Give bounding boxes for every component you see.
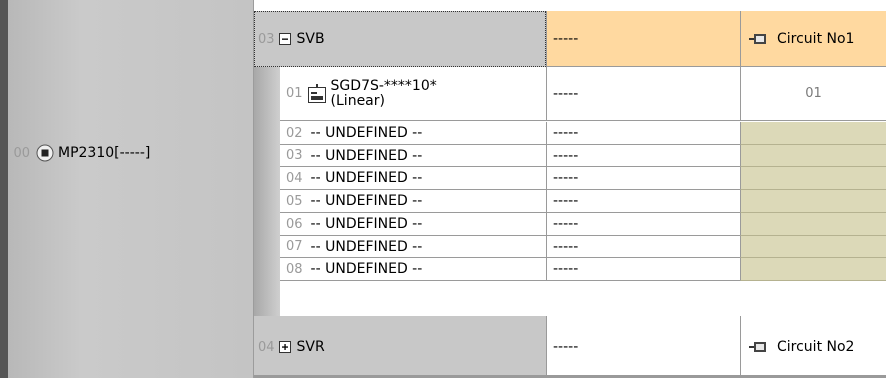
axis-name: -- UNDEFINED -- <box>310 147 423 164</box>
axis-row-undefined[interactable]: 08 -- UNDEFINED -- <box>280 258 546 281</box>
svr-detail-text: ----- <box>553 339 579 355</box>
axis-empty-value-cell[interactable] <box>740 145 886 167</box>
axis-number: 08 <box>286 261 303 277</box>
axis-row-undefined[interactable]: 06 -- UNDEFINED -- <box>280 213 546 236</box>
axis-empty-value-cell[interactable] <box>740 236 886 258</box>
axis-number: 04 <box>286 170 303 186</box>
svr-slot-number: 04 <box>258 339 275 355</box>
collapse-minus-icon[interactable] <box>278 33 291 45</box>
axis-detail-cell: ----- <box>546 213 740 236</box>
module-row-svr[interactable]: 04 SVR <box>254 316 546 378</box>
axis-number: 06 <box>286 216 303 232</box>
axis-number: 07 <box>286 239 303 254</box>
axis-detail-text: ----- <box>553 125 579 141</box>
axis-detail-text: ----- <box>553 147 579 164</box>
axis-name: -- UNDEFINED -- <box>310 193 423 209</box>
cpu-row[interactable]: 00 MP2310[-----] <box>8 138 254 168</box>
axis-detail-cell: ----- <box>546 258 740 281</box>
axis-name: -- UNDEFINED -- <box>310 125 423 141</box>
axis-value: 01 <box>805 86 822 101</box>
axis-name: -- UNDEFINED -- <box>310 261 423 277</box>
axis-row-01[interactable]: 01 SGD7S-****10* (Linear) <box>280 67 546 121</box>
svb-name: SVB <box>296 31 325 47</box>
axis-detail-text: ----- <box>553 193 579 209</box>
axis-empty-value-cell[interactable] <box>740 213 886 236</box>
axis-empty-value-cell[interactable] <box>740 258 886 281</box>
axis-empty-value-cell[interactable] <box>740 122 886 145</box>
axis-detail-text: ----- <box>553 170 579 186</box>
axis-number: 05 <box>286 193 303 209</box>
axis-detail-text: ----- <box>553 216 579 232</box>
left-panel <box>8 0 254 378</box>
axis-number: 02 <box>286 125 303 141</box>
cpu-slot-number: 00 <box>13 145 30 161</box>
svr-circuit-label: Circuit No2 <box>777 339 855 355</box>
axis-row-undefined[interactable]: 03 -- UNDEFINED -- <box>280 145 546 167</box>
svb-detail-cell: ----- <box>546 11 740 67</box>
axis-empty-value-cell[interactable] <box>740 190 886 213</box>
axis-row-undefined[interactable]: 05 -- UNDEFINED -- <box>280 190 546 213</box>
svb-circuit-cell[interactable]: Circuit No1 <box>740 11 886 67</box>
axis-detail-text: ----- <box>553 85 579 102</box>
cpu-name: MP2310[-----] <box>58 145 151 161</box>
servo-drive-icon <box>307 83 327 105</box>
axis-name: -- UNDEFINED -- <box>310 238 423 255</box>
svb-circuit-label: Circuit No1 <box>777 30 855 47</box>
axis-detail-cell: ----- <box>546 145 740 167</box>
svr-name: SVR <box>296 339 325 355</box>
axis-name: -- UNDEFINED -- <box>310 170 423 186</box>
cpu-module-icon <box>36 144 54 162</box>
axis-detail-cell: ----- <box>546 190 740 213</box>
axis-row-undefined[interactable]: 07 -- UNDEFINED -- <box>280 236 546 258</box>
axis-model: SGD7S-****10* <box>330 77 437 94</box>
axis-01-value-cell[interactable]: 01 <box>740 67 886 121</box>
svr-circuit-cell[interactable]: Circuit No2 <box>740 316 886 378</box>
top-empty-area <box>254 0 886 11</box>
axis-name-stack: SGD7S-****10* (Linear) <box>330 77 437 109</box>
svr-detail-cell: ----- <box>546 316 740 378</box>
axis-detail-cell: ----- <box>546 167 740 190</box>
expand-plus-icon[interactable] <box>278 341 291 353</box>
axis-detail-text: ----- <box>553 261 579 277</box>
axis-detail-cell: ----- <box>546 236 740 258</box>
circuit-connector-icon <box>749 341 767 353</box>
axis-name: -- UNDEFINED -- <box>310 216 423 232</box>
axis-row-undefined[interactable]: 02 -- UNDEFINED -- <box>280 122 546 145</box>
axis-empty-value-cell[interactable] <box>740 167 886 190</box>
axis-row-undefined[interactable]: 04 -- UNDEFINED -- <box>280 167 546 190</box>
svb-detail-text: ----- <box>553 30 579 47</box>
axis-01-detail-cell: ----- <box>546 67 740 121</box>
axis-detail-text: ----- <box>553 238 579 255</box>
left-panel-frame <box>0 0 8 378</box>
axis-number: 01 <box>286 86 303 101</box>
axis-number: 03 <box>286 148 303 163</box>
svb-slot-number: 03 <box>258 31 275 47</box>
axis-detail-cell: ----- <box>546 122 740 145</box>
circuit-connector-icon <box>749 33 767 45</box>
axis-model-type: (Linear) <box>330 92 385 109</box>
module-row-svb-content: 03 SVB <box>254 11 546 67</box>
